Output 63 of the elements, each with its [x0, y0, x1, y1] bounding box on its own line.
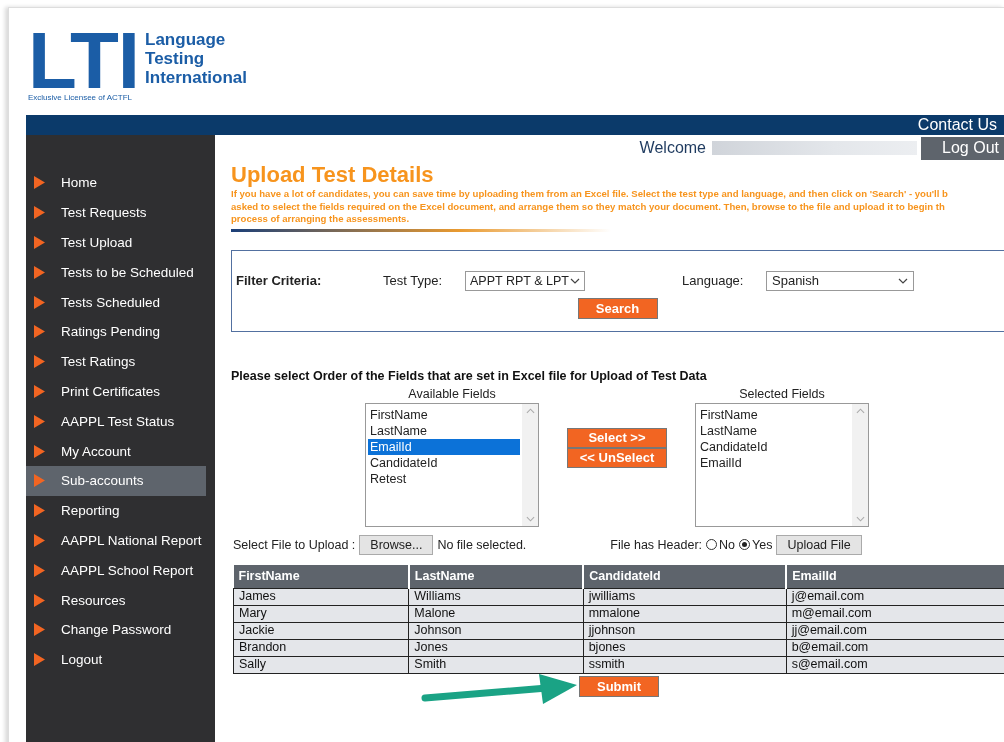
logo-tagline: Exclusive Licensee of ACTFL — [28, 93, 134, 102]
file-has-header-label: File has Header: — [610, 537, 703, 552]
description-line: asked to select the fields required on the Excel document, and arrange them so they match your document. Then, browse to the file and upload it to begin th — [231, 200, 946, 213]
log-out-button[interactable]: Log Out — [921, 136, 1004, 160]
sidebar-item[interactable]: Logout — [26, 644, 206, 675]
filter-criteria-label: Filter Criteria: — [236, 273, 323, 288]
list-item[interactable]: LastName — [698, 422, 850, 439]
logo-name-line: Testing — [145, 49, 206, 68]
language-dropdown[interactable]: Spanish — [766, 270, 914, 291]
list-item[interactable]: LastName — [368, 422, 520, 439]
sidebar-item[interactable]: Resources — [26, 585, 206, 615]
browse-button[interactable]: Browse... — [359, 534, 434, 555]
available-fields-list[interactable]: FirstName LastName EmailId CandidateId Retest — [365, 402, 539, 527]
sidebar-item[interactable]: AAPPL National Report — [26, 525, 206, 556]
logo-name-line: Language — [145, 30, 227, 49]
radio-label: Yes — [752, 537, 773, 552]
column-header: CandidateId — [583, 564, 787, 588]
table-cell: James — [233, 588, 409, 605]
table-cell: j@email.com — [786, 588, 1004, 605]
selected-fields-label: Selected Fields — [739, 386, 825, 402]
sidebar-item[interactable]: Home — [26, 168, 206, 198]
sidebar-item[interactable]: Test Ratings — [26, 346, 206, 377]
sidebar-item[interactable]: Tests to be Scheduled — [26, 257, 206, 288]
logo-letters: LTI — [28, 30, 140, 92]
logo-name-line: International — [145, 68, 248, 87]
description-line: If you have a lot of candidates, you can save time by uploading them from an Excel file. Select the test type and language, and then click on 'Search' - you'll b — [231, 188, 949, 201]
test-type-dropdown[interactable]: APPT RPT & LPT — [465, 270, 585, 291]
welcome-text: Welcome — [639, 139, 706, 157]
page-title: Upload Test Details — [231, 162, 435, 188]
sidebar-item[interactable]: Change Password — [26, 614, 206, 645]
list-item[interactable]: FirstName — [698, 406, 850, 423]
sidebar-item[interactable]: Test Upload — [26, 227, 206, 258]
column-header: LastName — [408, 564, 584, 588]
list-item[interactable]: CandidateId — [368, 454, 520, 471]
sidebar-item[interactable]: Ratings Pending — [26, 317, 206, 347]
radio-label: No — [719, 537, 736, 552]
sidebar-item[interactable]: Tests Scheduled — [26, 287, 206, 317]
list-item[interactable]: EmailId — [368, 438, 520, 455]
description-line: process of arranging the assessments. — [231, 213, 411, 226]
sidebar-item[interactable]: AAPPL Test Status — [26, 406, 206, 437]
sidebar-item[interactable]: Reporting — [26, 495, 206, 526]
table-cell: Williams — [408, 588, 584, 605]
contact-us-link[interactable]: Contact Us — [917, 116, 1004, 134]
sidebar-item[interactable]: Print Certificates — [26, 376, 206, 407]
column-header: EmailId — [786, 564, 1004, 588]
instruction-text: Please select Order of the Fields that are set in Excel file for Upload of Test Data — [231, 368, 708, 383]
file-status-text: No file selected. — [437, 537, 527, 552]
selected-fields-list[interactable]: FirstName LastName CandidateId EmailId — [695, 402, 869, 527]
sidebar-item[interactable]: AAPPL School Report — [26, 555, 206, 586]
select-file-label: Select File to Upload : — [233, 537, 356, 552]
list-item[interactable]: CandidateId — [698, 438, 850, 455]
column-header: FirstName — [233, 564, 409, 588]
list-item[interactable]: EmailId — [698, 454, 850, 471]
list-item[interactable]: FirstName — [368, 406, 520, 423]
sidebar-item[interactable]: My Account — [26, 436, 206, 466]
sidebar-item[interactable]: Sub-accounts — [26, 465, 206, 496]
list-item[interactable]: Retest — [368, 470, 520, 487]
test-type-label: Test Type: — [383, 273, 443, 288]
available-fields-label: Available Fields — [408, 386, 496, 402]
sidebar-item[interactable]: Test Requests — [26, 197, 206, 228]
language-label: Language: — [682, 273, 745, 288]
upload-file-button[interactable]: Upload File — [776, 534, 862, 555]
table-cell: jwilliams — [583, 588, 787, 605]
